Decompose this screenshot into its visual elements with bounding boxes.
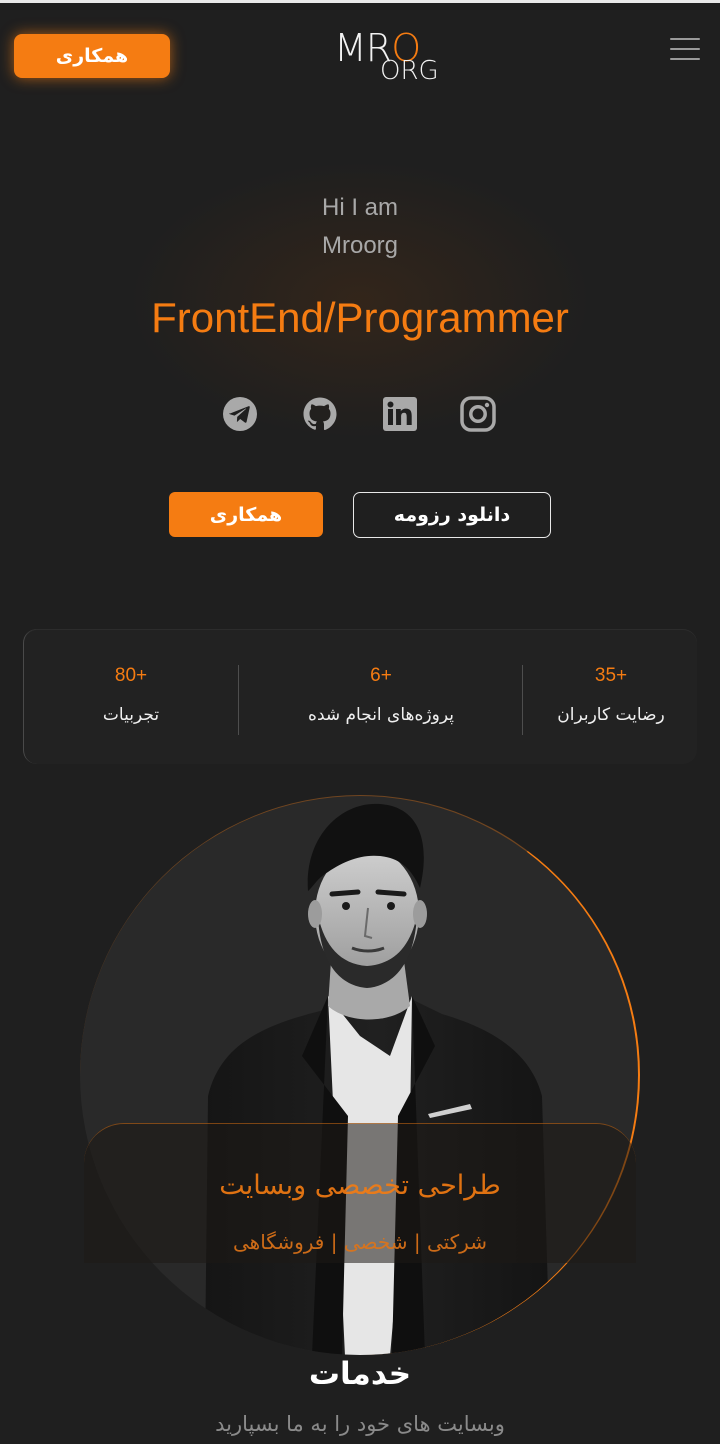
stat-label: تجربیات <box>102 705 160 725</box>
feature-card-subtitle: شرکتی | شخصی | فروشگاهی <box>233 1230 487 1254</box>
github-icon[interactable] <box>302 396 338 432</box>
services-heading: خدمات <box>308 1356 412 1392</box>
greeting-name: Mroorg <box>321 232 399 259</box>
stat-divider <box>522 665 523 735</box>
profile-photo <box>205 803 550 1355</box>
header-cooperate-button[interactable]: همکاری <box>14 34 170 78</box>
stat-divider <box>238 665 239 735</box>
feature-card-title: طراحی تخصصی وبسایت <box>219 1170 501 1201</box>
portrait-circle <box>80 795 640 1355</box>
hamburger-menu-icon[interactable] <box>670 38 700 64</box>
instagram-icon[interactable] <box>460 396 496 432</box>
stat-value: 80+ <box>114 665 148 686</box>
stat-label: پروژه‌های انجام شده <box>308 705 454 725</box>
top-status-line <box>0 0 720 3</box>
stat-user-satisfaction: 35+ رضایت کاربران <box>524 629 698 764</box>
cooperate-button[interactable]: همکاری <box>169 492 323 537</box>
linkedin-icon[interactable] <box>382 396 418 432</box>
stats-panel: 35+ رضایت کاربران 6+ پروژه‌های انجام شده… <box>23 629 697 764</box>
download-resume-button[interactable]: دانلود رزومه <box>353 492 551 538</box>
role-title: FrontEnd/Programmer <box>151 294 569 341</box>
site-logo[interactable]: MRO ORG <box>334 26 458 88</box>
stat-experience: 80+ تجربیات <box>24 629 238 764</box>
services-subtitle: وبسایت های خود را به ما بسپارید <box>215 1412 505 1436</box>
stat-label: رضایت کاربران <box>557 705 665 725</box>
logo-line2: ORG <box>380 56 439 86</box>
stat-value: 35+ <box>594 665 628 686</box>
greeting-line1: Hi I am <box>321 194 398 221</box>
telegram-icon[interactable] <box>222 396 258 432</box>
social-links <box>222 396 502 436</box>
stat-projects-done: 6+ پروژه‌های انجام شده <box>240 629 522 764</box>
stat-value: 6+ <box>370 665 392 686</box>
portrait-section <box>80 795 640 1360</box>
